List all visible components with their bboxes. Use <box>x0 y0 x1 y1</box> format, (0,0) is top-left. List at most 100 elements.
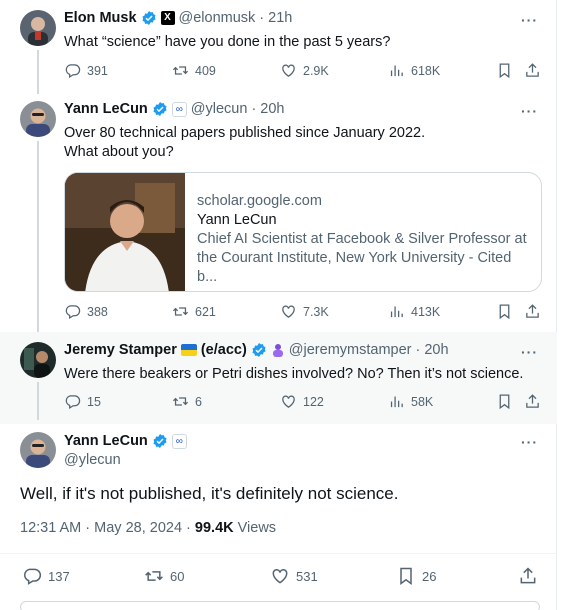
heart-icon <box>280 62 297 79</box>
author-handle[interactable]: @elonmusk <box>179 10 256 26</box>
card-description-line1: Chief AI Scientist at Facebook & Silver … <box>197 231 527 247</box>
thread-line <box>37 382 39 420</box>
avatar-elonmusk[interactable] <box>20 10 56 46</box>
reply-button[interactable]: 391 <box>64 62 108 79</box>
verified-icon <box>152 433 168 449</box>
like-button[interactable]: 122 <box>280 393 324 410</box>
avatar-ylecun[interactable] <box>20 432 56 468</box>
views-count: 58K <box>411 394 434 409</box>
author-handle[interactable]: @ylecun <box>191 101 248 117</box>
bookmark-count: 26 <box>422 568 437 584</box>
author-name-suffix[interactable]: (e/acc) <box>201 342 247 358</box>
divider <box>0 553 557 554</box>
tweet-text: What “science” have you done in the past… <box>64 34 391 50</box>
views-total[interactable]: 99.4K <box>195 520 234 536</box>
share-icon <box>524 303 541 320</box>
views-icon <box>388 393 405 410</box>
post-time[interactable]: · 20h <box>415 342 448 358</box>
author-name[interactable]: Jeremy Stamper <box>64 342 177 358</box>
reply-icon <box>64 393 81 410</box>
like-count: 531 <box>296 568 318 584</box>
more-options-icon[interactable]: ··· <box>521 12 538 28</box>
more-options-icon[interactable]: ··· <box>521 103 538 119</box>
views-button[interactable]: 618K <box>388 62 440 79</box>
avatar-jeremymstamper[interactable] <box>20 342 56 378</box>
avatar-ylecun[interactable] <box>20 101 56 137</box>
views-count: 413K <box>411 304 441 319</box>
share-button[interactable] <box>524 303 541 320</box>
retweet-icon <box>144 566 164 586</box>
tweet-actions: 391 409 2.9K 618K <box>64 62 542 82</box>
reply-icon <box>22 566 42 586</box>
views-label: Views <box>237 520 277 536</box>
card-text: scholar.google.com Yann LeCun Chief AI S… <box>197 192 529 287</box>
author-handle[interactable]: @jeremymstamper <box>289 342 412 358</box>
share-button[interactable] <box>518 566 538 586</box>
card-thumbnail <box>65 173 185 291</box>
views-button[interactable]: 413K <box>388 303 440 320</box>
share-icon <box>518 566 538 586</box>
retweet-count: 409 <box>195 63 216 78</box>
like-button[interactable]: 531 <box>270 566 318 586</box>
author-name[interactable]: Elon Musk <box>64 10 137 26</box>
affiliation-infinity-icon[interactable]: ∞ <box>171 433 187 449</box>
bookmark-icon <box>496 393 513 410</box>
bookmark-button[interactable]: 26 <box>396 566 436 586</box>
x-affiliation-icon[interactable]: X <box>160 11 175 25</box>
card-domain: scholar.google.com <box>197 193 322 209</box>
bookmark-button[interactable] <box>496 62 513 79</box>
share-button[interactable] <box>524 62 541 79</box>
retweet-button[interactable]: 409 <box>172 62 216 79</box>
card-description-line2: the Courant Institute, New York Universi… <box>197 250 512 285</box>
like-button[interactable]: 7.3K <box>280 303 329 320</box>
affiliation-infinity-icon[interactable]: ∞ <box>171 101 187 117</box>
like-button[interactable]: 2.9K <box>280 62 329 79</box>
post-time[interactable]: · 20h <box>251 101 284 117</box>
link-card[interactable]: scholar.google.com Yann LeCun Chief AI S… <box>64 172 542 292</box>
main-tweet-text: Well, if it's not published, it's defini… <box>20 484 399 503</box>
retweet-icon <box>172 303 189 320</box>
author-handle[interactable]: @ylecun <box>64 452 121 468</box>
verified-icon <box>251 342 267 358</box>
retweet-button[interactable]: 6 <box>172 393 202 410</box>
reply-button[interactable]: 137 <box>22 566 70 586</box>
post-time[interactable]: · 21h <box>259 10 292 26</box>
tweet-header: Yann LeCun ∞ @ylecun · 20h <box>64 101 285 117</box>
heart-icon <box>280 303 297 320</box>
reply-button[interactable]: 388 <box>64 303 108 320</box>
author-name[interactable]: Yann LeCun <box>64 101 148 117</box>
more-options-icon[interactable]: ··· <box>521 344 538 360</box>
views-icon <box>388 62 405 79</box>
retweet-icon <box>172 393 189 410</box>
author-name[interactable]: Yann LeCun <box>64 433 148 449</box>
share-icon <box>524 62 541 79</box>
bookmark-icon <box>396 566 416 586</box>
tweet-text: Were there beakers or Petri dishes invol… <box>64 366 524 382</box>
retweet-button[interactable]: 621 <box>172 303 216 320</box>
bookmark-button[interactable] <box>496 303 513 320</box>
reply-count: 137 <box>48 568 70 584</box>
views-icon <box>388 303 405 320</box>
share-button[interactable] <box>524 393 541 410</box>
reply-button[interactable]: 15 <box>64 393 101 410</box>
heart-icon <box>280 393 297 410</box>
verified-icon <box>152 101 168 117</box>
ukraine-flag-icon <box>180 344 197 356</box>
views-button[interactable]: 58K <box>388 393 433 410</box>
timestamp[interactable]: 12:31 AM · May 28, 2024 · <box>20 520 191 536</box>
heart-icon <box>270 566 290 586</box>
more-options-icon[interactable]: ··· <box>521 434 538 450</box>
card-title: Yann LeCun <box>197 212 277 228</box>
tweet-actions: 15 6 122 58K <box>64 393 542 413</box>
bookmark-icon <box>496 62 513 79</box>
tweet-actions: 388 621 7.3K 413K <box>64 303 542 323</box>
tweet-header: Jeremy Stamper (e/acc) @jeremymstamper ·… <box>64 342 449 358</box>
share-icon <box>524 393 541 410</box>
bookmark-icon <box>496 303 513 320</box>
like-count: 7.3K <box>303 304 329 319</box>
bookmark-button[interactable] <box>496 393 513 410</box>
retweet-button[interactable]: 60 <box>144 566 184 586</box>
reply-icon <box>64 62 81 79</box>
verified-icon <box>141 10 157 26</box>
reply-composer[interactable] <box>20 601 540 610</box>
